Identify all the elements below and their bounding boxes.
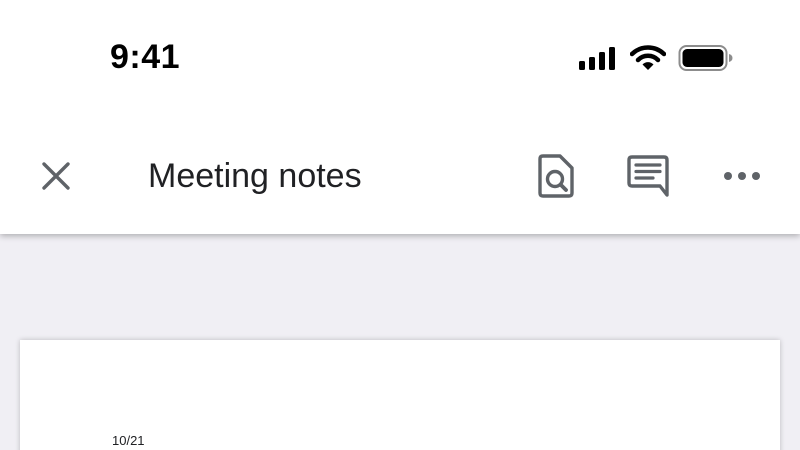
preview-button[interactable] (532, 153, 580, 203)
status-time: 9:41 (110, 38, 181, 76)
cellular-signal-icon (578, 46, 618, 75)
more-icon (723, 169, 761, 187)
more-options-button[interactable] (718, 154, 766, 202)
status-icons (578, 44, 734, 77)
comments-icon (625, 154, 671, 202)
document-date-line: 10/21 (112, 433, 145, 448)
close-button[interactable] (36, 158, 76, 198)
status-bar: 9:41 (0, 0, 800, 110)
battery-icon (678, 44, 734, 77)
wifi-icon (629, 44, 667, 76)
document-title: Meeting notes (148, 157, 362, 195)
close-icon (39, 159, 73, 198)
toolbar: Meeting notes (0, 140, 800, 216)
docs-screen: 9:41 Meeting notes 10/21 (0, 0, 800, 450)
app-header: 9:41 Meeting notes (0, 0, 800, 234)
preview-icon (536, 153, 576, 203)
comments-button[interactable] (624, 154, 672, 202)
document-page[interactable]: 10/21 (20, 340, 780, 450)
